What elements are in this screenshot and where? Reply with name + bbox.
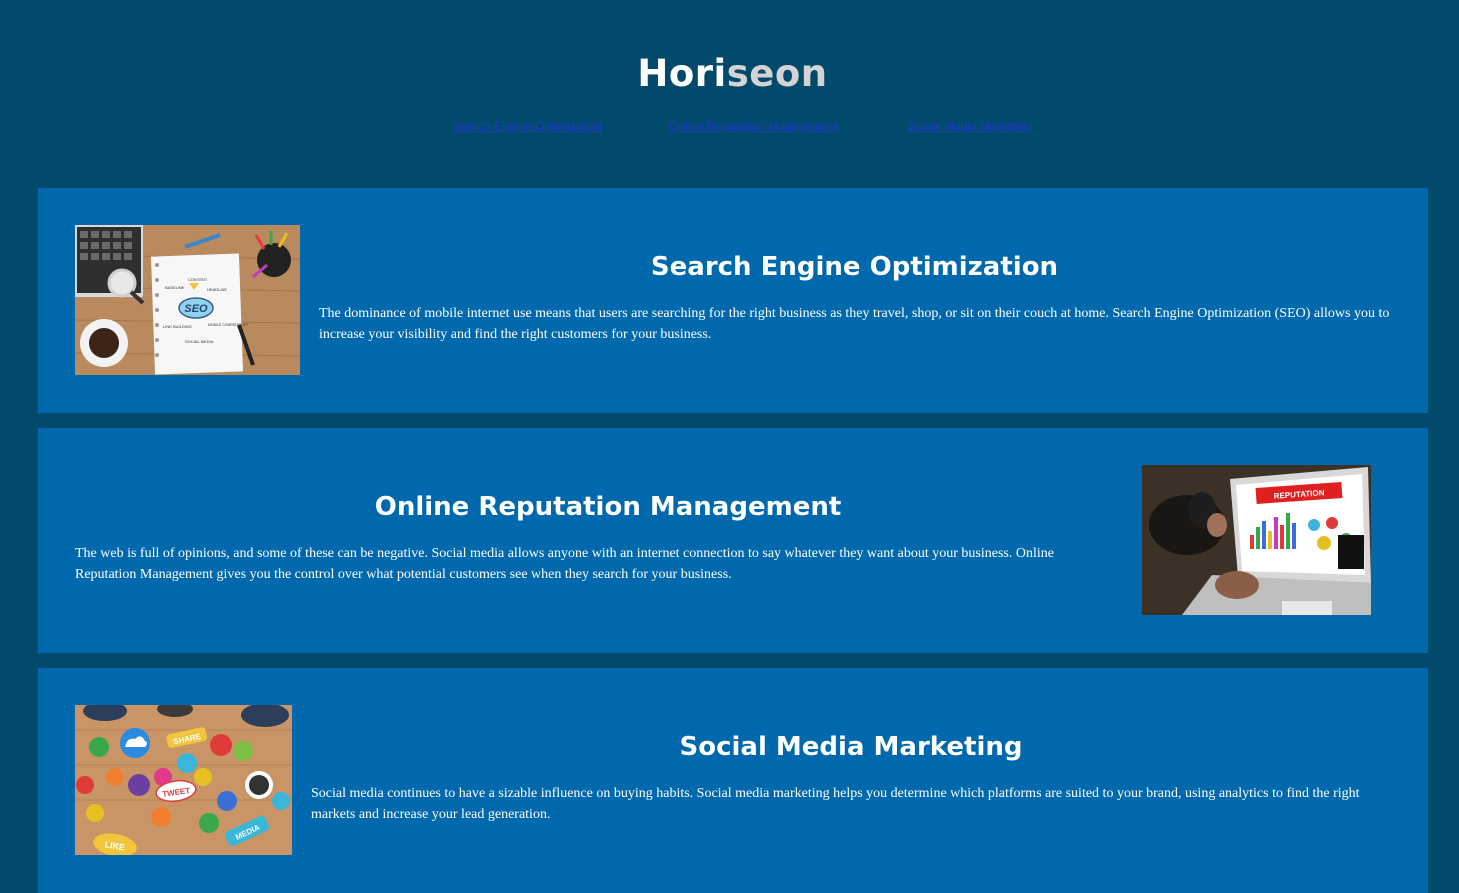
section-reputation-text: The web is full of opinions, and some of… (75, 546, 1054, 582)
reputation-image: REPUTATION (1142, 465, 1371, 615)
main-nav: Search Engine Optimization Online Reputa… (0, 119, 1459, 139)
seo-image-label-baseline: BASELINE (165, 285, 185, 290)
seo-image-label-social-media: SOCIAL MEDIA (185, 339, 214, 344)
section-social-media-text: Social media continues to have a sizable… (311, 786, 1360, 822)
seo-image-label-link-building: LINK BUILDING (163, 324, 192, 329)
section-seo-text: The dominance of mobile internet use mea… (319, 306, 1390, 342)
logo-text-hori: Hori (637, 52, 727, 95)
section-social-media-title: Social Media Marketing (679, 732, 1023, 762)
social-media-image: SHARE TWEET LIKE MEDIA (75, 705, 292, 855)
logo-text-seon: seon (726, 52, 828, 95)
site-logo: Horiseon (0, 52, 1459, 95)
nav-link-reputation[interactable]: Online Reputation Management (669, 119, 838, 133)
seo-image-label-headline: HEADLINE (207, 287, 227, 292)
seo-image-label-content: CONTENT (188, 277, 208, 282)
nav-link-social-media[interactable]: Social Media Marketing (908, 119, 1033, 133)
section-seo-title: Search Engine Optimization (650, 252, 1059, 282)
section-social-media: SHARE TWEET LIKE MEDIA Social Media Mark… (38, 668, 1428, 893)
section-reputation-title: Online Reputation Management (374, 492, 842, 522)
section-seo: SEO CONTENT HEADLINE BASELINE LINK BUILD… (38, 188, 1428, 413)
seo-image-label-seo: SEO (184, 303, 208, 315)
seo-image: SEO CONTENT HEADLINE BASELINE LINK BUILD… (75, 225, 300, 375)
section-reputation: Online Reputation Management The web is … (38, 428, 1428, 653)
nav-link-seo[interactable]: Search Engine Optimization (453, 119, 602, 133)
site-header: Horiseon Search Engine Optimization Onli… (0, 0, 1459, 170)
seo-image-label-mobile: MOBILE COMPATIBILITY (208, 323, 249, 327)
